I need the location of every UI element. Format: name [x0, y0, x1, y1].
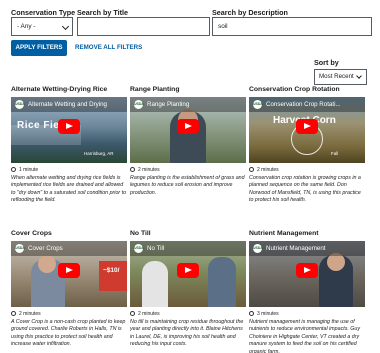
play-icon[interactable]	[177, 119, 199, 134]
play-icon[interactable]	[177, 263, 199, 278]
card-title[interactable]: Conservation Crop Rotation	[249, 86, 365, 94]
description-search-value: soil	[218, 23, 228, 30]
conservation-type-field: Conservation Type - Any -	[11, 8, 76, 36]
card-title[interactable]: Cover Crops	[11, 230, 127, 238]
video-card: Nutrient Management USDA Nutrient Manage…	[249, 230, 365, 353]
video-card: Alternate Wetting-Drying Rice USDA Alter…	[11, 86, 127, 203]
video-thumbnail[interactable]: USDA Alternate Wetting and Drying Rice F…	[11, 97, 127, 163]
clock-icon	[249, 311, 254, 316]
duration: 2 minutes	[130, 311, 160, 318]
video-title: No Till	[147, 245, 165, 252]
duration-text: 2 minutes	[138, 167, 160, 173]
video-thumbnail[interactable]: USDA Conservation Crop Rotati... Harvest…	[249, 97, 365, 163]
usda-logo: USDA	[134, 100, 144, 109]
duration: 2 minutes	[249, 167, 279, 174]
video-thumbnail[interactable]: USDA Cover Crops ~$10/	[11, 241, 127, 307]
title-search-field: Search by Title	[77, 8, 210, 36]
duration-text: 2 minutes	[138, 311, 160, 317]
video-title: Range Planting	[147, 101, 190, 108]
video-thumbnail[interactable]: USDA No Till	[130, 241, 246, 307]
duration-text: 2 minutes	[257, 167, 279, 173]
card-title[interactable]: Alternate Wetting-Drying Rice	[11, 86, 127, 94]
sort-control: Sort by Most Recent	[314, 58, 367, 85]
clock-icon	[130, 167, 135, 172]
sort-label: Sort by	[314, 58, 339, 67]
usda-logo: USDA	[15, 100, 25, 109]
video-title: Nutrient Management	[266, 245, 326, 252]
card-description: Nutrient management is managing the use …	[249, 319, 360, 353]
play-icon[interactable]	[58, 263, 80, 278]
video-overlay-location: Harrisburg, AR	[84, 151, 114, 156]
play-icon[interactable]	[58, 119, 80, 134]
description-search-input[interactable]: soil	[212, 17, 372, 36]
usda-logo: USDA	[253, 100, 263, 109]
duration-text: 2 minutes	[19, 311, 41, 317]
card-description: When alternate wetting and drying rice f…	[11, 175, 127, 204]
card-title[interactable]: Range Planting	[130, 86, 246, 94]
conservation-type-value: - Any -	[17, 23, 36, 30]
duration: 2 minutes	[130, 167, 160, 174]
video-title: Cover Crops	[28, 245, 63, 252]
usda-logo: USDA	[15, 244, 25, 253]
chevron-down-icon	[356, 73, 362, 79]
card-title[interactable]: No Till	[130, 230, 246, 238]
remove-filters-button[interactable]: REMOVE ALL FILTERS	[75, 40, 142, 56]
duration: 2 minutes	[11, 311, 41, 318]
apply-filters-button[interactable]: APPLY FILTERS	[11, 40, 67, 56]
video-thumbnail[interactable]: USDA Range Planting	[130, 97, 246, 163]
video-title: Alternate Wetting and Drying	[28, 101, 107, 108]
video-card: Cover Crops USDA Cover Crops ~$10/ 2 min…	[11, 230, 127, 347]
video-overlay-text: Rice Fiel	[17, 120, 63, 131]
sort-value: Most Recent	[319, 73, 354, 80]
duration-text: 3 minutes	[257, 311, 279, 317]
play-icon[interactable]	[296, 263, 318, 278]
video-title: Conservation Crop Rotati...	[266, 101, 341, 108]
duration-text: 1 minute	[19, 167, 39, 173]
duration: 3 minutes	[249, 311, 279, 318]
video-overlay-text: ~$10/	[103, 267, 120, 274]
chevron-down-icon	[61, 22, 70, 31]
video-overlay-season: Fall	[331, 151, 339, 156]
clock-icon	[249, 167, 254, 172]
filter-bar: Conservation Type - Any - Search by Titl…	[11, 8, 372, 38]
sort-select[interactable]: Most Recent	[314, 69, 367, 85]
card-description: Conservation crop rotation is growing cr…	[249, 175, 361, 204]
play-icon[interactable]	[296, 119, 318, 134]
video-card: Conservation Crop Rotation USDA Conserva…	[249, 86, 365, 203]
card-title[interactable]: Nutrient Management	[249, 230, 365, 238]
description-search-label: Search by Description	[212, 8, 288, 17]
title-search-label: Search by Title	[77, 8, 129, 17]
usda-logo: USDA	[253, 244, 263, 253]
duration: 1 minute	[11, 167, 38, 174]
video-thumbnail[interactable]: USDA Nutrient Management	[249, 241, 365, 307]
usda-logo: USDA	[134, 244, 144, 253]
card-description: No till is maintaining crop residue thro…	[130, 319, 244, 348]
clock-icon	[11, 311, 16, 316]
description-search-field: Search by Description soil	[212, 8, 372, 36]
clock-icon	[130, 311, 135, 316]
card-description: A Cover Crop is a non-cash crop planted …	[11, 319, 126, 348]
conservation-type-label: Conservation Type	[11, 8, 76, 17]
card-description: Range planting is the establishment of g…	[130, 175, 245, 196]
video-card: Range Planting USDA Range Planting 2 min…	[130, 86, 246, 196]
title-search-input[interactable]	[77, 17, 210, 36]
video-card: No Till USDA No Till 2 minutes No till i…	[130, 230, 246, 347]
clock-icon	[11, 167, 16, 172]
conservation-type-select[interactable]: - Any -	[11, 17, 73, 36]
